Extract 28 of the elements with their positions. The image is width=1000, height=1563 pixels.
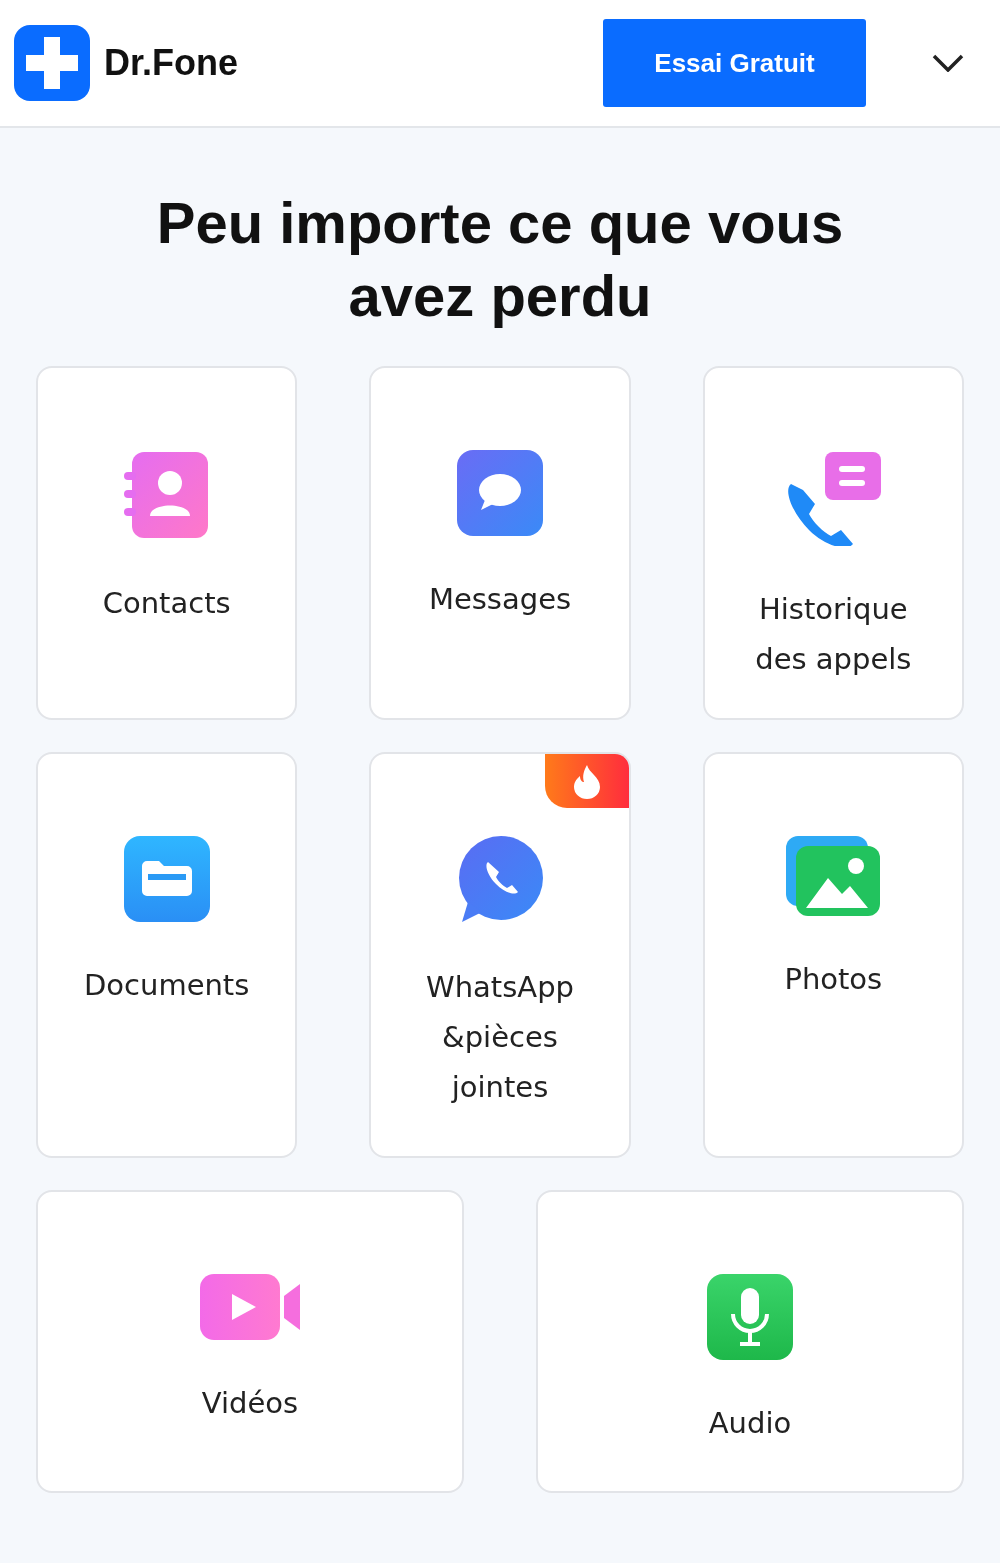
page-heading: Peu importe ce que vous avez perdu bbox=[155, 189, 845, 330]
category-label: Messages bbox=[428, 581, 572, 618]
category-card[interactable]: Documents bbox=[36, 752, 298, 1158]
chat-bubble-icon bbox=[457, 450, 543, 536]
folder-icon bbox=[123, 836, 210, 922]
chevron-down-icon[interactable] bbox=[932, 54, 964, 72]
category-label: Contacts bbox=[102, 585, 231, 622]
logo-icon bbox=[14, 25, 90, 101]
category-label: Photos bbox=[784, 961, 883, 998]
category-card[interactable]: Historique des appels bbox=[702, 366, 964, 720]
phone-chat-icon bbox=[456, 836, 544, 924]
microphone-icon bbox=[707, 1274, 793, 1360]
category-card[interactable]: Messages bbox=[369, 366, 631, 720]
category-label: Audio bbox=[708, 1405, 792, 1442]
category-label: Documents bbox=[84, 967, 250, 1004]
brand-name: Dr.Fone bbox=[104, 42, 238, 84]
category-label: WhatsApp &pièces jointes bbox=[426, 969, 574, 1106]
category-card[interactable]: Contacts bbox=[36, 366, 298, 720]
category-card[interactable]: Vidéos bbox=[36, 1190, 464, 1493]
video-camera-icon bbox=[200, 1274, 300, 1340]
free-trial-button[interactable]: Essai Gratuit bbox=[603, 19, 866, 107]
category-card[interactable]: Audio bbox=[536, 1190, 964, 1493]
category-label: Vidéos bbox=[201, 1385, 299, 1422]
category-label: Historique des appels bbox=[755, 591, 912, 678]
category-card[interactable]: Photos bbox=[702, 752, 964, 1158]
image-icon bbox=[786, 836, 881, 916]
flame-icon bbox=[571, 763, 602, 799]
category-card[interactable]: WhatsApp &pièces jointes bbox=[369, 752, 631, 1158]
